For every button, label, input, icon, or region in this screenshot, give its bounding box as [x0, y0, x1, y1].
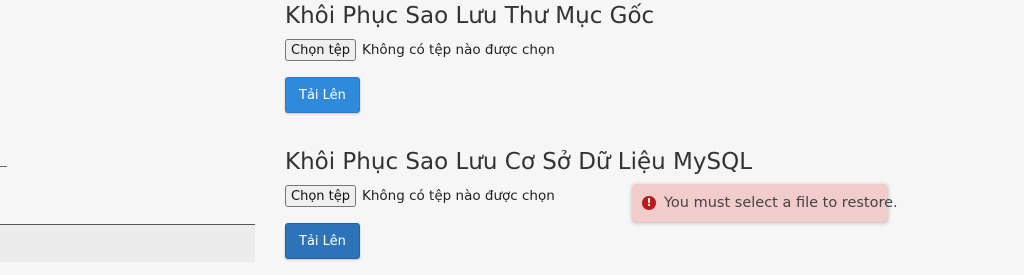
section-title: Khôi Phục Sao Lưu Cơ Sở Dữ Liệu MySQL — [285, 149, 753, 175]
choose-file-button[interactable]: Chọn tệp — [285, 39, 356, 61]
file-picker: Chọn tệp Không có tệp nào được chọn — [285, 39, 654, 61]
home-directory-restore-section: Khôi Phục Sao Lưu Thư Mục Gốc Chọn tệp K… — [285, 2, 654, 113]
file-status-text: Không có tệp nào được chọn — [362, 188, 555, 204]
sidebar-divider — [0, 166, 7, 167]
alert-message: You must select a file to restore. — [664, 195, 898, 211]
choose-file-button[interactable]: Chọn tệp — [285, 185, 356, 207]
upload-button[interactable]: Tải Lên — [285, 223, 360, 259]
sidebar-panel — [0, 225, 255, 262]
error-alert: ! You must select a file to restore. — [632, 184, 898, 222]
upload-button[interactable]: Tải Lên — [285, 77, 360, 113]
section-title: Khôi Phục Sao Lưu Thư Mục Gốc — [285, 3, 655, 29]
page: Khôi Phục Sao Lưu Thư Mục Gốc Chọn tệp K… — [0, 0, 1024, 275]
error-icon: ! — [642, 196, 656, 210]
file-status-text: Không có tệp nào được chọn — [362, 42, 555, 58]
